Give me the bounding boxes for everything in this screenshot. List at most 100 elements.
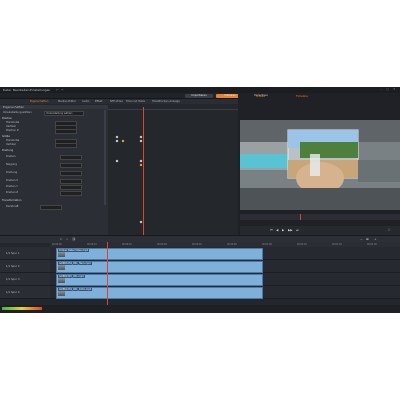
undo-icon[interactable]: ↶ [56,88,59,92]
clip-thumbnail [58,265,65,270]
track-label: 1/1 Spur 3 [6,277,20,281]
maximize-icon[interactable]: □ [386,88,389,91]
skip-forward-icon[interactable]: ⏭ [296,228,299,232]
timeline-clip[interactable]: GOPR1234_001_1001.mp4 [56,286,263,299]
track-label: 1/1 Spur 1 [6,251,20,255]
track-label: 1/1 Spur 4 [6,290,20,294]
keyframe-marker[interactable] [115,139,119,143]
track-header[interactable]: 1/1 Spur 4 [0,286,50,299]
timeline-tick: 00:00:50 [227,243,237,246]
keyframe-marker[interactable] [139,220,143,224]
preview-playhead[interactable] [300,214,301,220]
timeline-tick: 00:00:30 [157,243,167,246]
keyframe-playhead[interactable] [143,107,144,235]
step-back-icon[interactable]: ◀ [276,228,278,232]
section-transform[interactable]: Transformation [2,199,21,202]
row-tilt: Neigung [6,163,17,166]
tab-media-editor[interactable]: Medien-Editor [58,100,76,103]
menu-item-settings[interactable]: Einstellungen [30,88,50,92]
clip-thumbnail [58,278,65,283]
preview-ruler[interactable] [240,214,400,220]
zoom-slider-icon[interactable]: ▬ [366,238,369,241]
razor-icon[interactable]: ✂ [60,238,63,241]
section-position[interactable]: Position [2,117,12,120]
preset-label: Voreinstellung wählen [3,111,32,114]
minimize-icon[interactable]: – [380,88,382,91]
import-mode-button[interactable]: Importieren [185,93,213,98]
row-size-vertical: Vertikal [6,143,16,146]
timeline-clip[interactable]: Ordner Datei Video.mp4 [56,247,263,260]
clip-thumbnail [58,252,65,257]
preset-dropdown-value: Voreinstellung wählen [46,112,73,115]
track-header[interactable]: 1/1 Spur 2 [0,260,50,273]
opacity-field[interactable] [40,205,62,210]
row-rotate: Drehen [6,155,16,158]
transport-bar: ⏮ ◀ ▶ ▶▶ ⏭ ⛶ [240,226,400,235]
tab-properties[interactable]: Eigenschaften [30,100,48,103]
preview-tab-timeline[interactable]: Timeline [296,94,308,98]
timeline-clip[interactable]: GOPR2345_001.mp4 [56,273,263,286]
row-rotate-y: Drehen Y [6,185,18,188]
rotate-x-field[interactable] [60,179,82,184]
track-header[interactable]: 1/1 Spur 1 [0,247,50,260]
preset-dropdown[interactable]: Voreinstellung wählen [44,111,84,116]
keyframe-marker[interactable] [115,135,119,139]
size-vertical-field[interactable] [55,143,77,148]
fullscreen-icon[interactable]: ⛶ [388,228,390,232]
timeline-tick: 00:00:00 [52,243,62,246]
redo-icon[interactable]: ↷ [61,88,64,92]
tab-nfp-video[interactable]: NFP-Video [110,100,123,103]
video-frame-image [240,120,400,210]
link-icon[interactable]: ⛓ [72,238,76,241]
keyframe-marker[interactable] [121,139,125,143]
keyframe-area[interactable] [108,105,238,235]
menu-item-edit[interactable]: Bearbeiten [13,88,29,92]
section-size[interactable]: Größe [2,135,10,138]
section-rotation[interactable]: Drehung [2,149,13,152]
row-position-z: Position Z [6,129,19,132]
timeline-tick: 00:01:20 [332,243,342,246]
tilt-field[interactable] [60,163,82,168]
preview-tab-source[interactable]: Quelle [256,94,265,98]
rotate-field[interactable] [60,155,82,160]
keyframe-marker[interactable] [139,135,143,139]
video-preview[interactable] [240,120,400,210]
keyframe-marker[interactable] [139,139,143,143]
tab-effect[interactable]: Effekt [95,100,103,103]
play-icon[interactable]: ▶ [282,228,284,232]
timeline-tick: 00:01:00 [262,243,272,246]
zoom-out-icon[interactable]: − [360,238,363,241]
track-lane[interactable]: GOPR1234_001_Hero.mp4 [50,260,400,273]
timeline-playhead[interactable] [107,242,108,305]
tab-titles[interactable]: Titel und Texte [126,100,145,103]
track-header[interactable]: 1/1 Spur 3 [0,273,50,286]
snap-icon[interactable]: ⌗ [66,238,68,241]
keyframe-marker[interactable] [139,159,143,163]
status-bar [0,305,400,313]
track-label: 1/1 Spur 2 [6,264,20,268]
zoom-in-icon[interactable]: + [374,238,377,241]
timeline-clip[interactable]: GOPR1234_001_Hero.mp4 [56,260,263,273]
tab-title-blocks[interactable]: Titel-Blocken-Anzeige [152,100,180,103]
menu-item-file[interactable]: Datei [3,88,11,92]
rotate-z-field[interactable] [60,191,82,196]
properties-panel: Eigenschaften Voreinstellung wählen Vore… [0,105,109,235]
track-lane[interactable]: GOPR2345_001.mp4 [50,273,400,286]
audio-level-meter [2,307,42,310]
position-z-field[interactable] [55,129,77,134]
track-lane[interactable]: Ordner Datei Video.mp4 [50,247,400,260]
rotate-y-field[interactable] [60,185,82,190]
skip-back-icon[interactable]: ⏮ [270,228,273,232]
tab-audio[interactable]: Audio [82,100,89,103]
import-mode-label: Importieren [191,94,207,97]
close-icon[interactable]: ✕ [393,88,396,91]
track-lane[interactable]: GOPR1234_001_1001.mp4 [50,286,400,299]
row-opacity: Deckkraft [6,205,19,208]
keyframe-marker[interactable] [139,163,143,167]
step-forward-icon[interactable]: ▶▶ [288,228,293,232]
keyframe-marker[interactable] [115,159,119,163]
properties-scrollbar[interactable] [104,110,106,205]
spin-field[interactable] [60,171,82,176]
properties-panel-header: Eigenschaften [0,105,108,109]
editor-app: Datei Bearbeiten Einstellungen ↶ ↷ – □ ✕… [0,87,400,313]
